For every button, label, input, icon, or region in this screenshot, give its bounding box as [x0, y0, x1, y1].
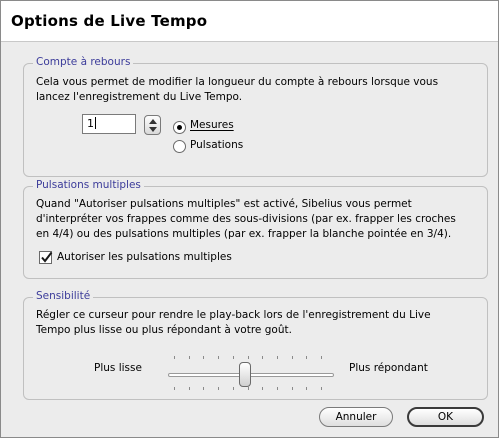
sensitivity-description-line: Tempo plus lisse ou plus répondant à vot… — [36, 324, 292, 336]
multiple-beats-legend: Pulsations multiples — [33, 179, 144, 191]
slider-tick — [233, 387, 234, 390]
slider-tick — [203, 387, 204, 390]
title-bar[interactable]: Options de Live Tempo — [1, 1, 498, 42]
slider-tick — [248, 387, 249, 390]
countdown-legend: Compte à rebours — [33, 56, 134, 68]
slider-tick — [203, 356, 204, 359]
slider-tick — [218, 356, 219, 359]
text-caret — [95, 117, 96, 129]
slider-tick — [321, 387, 322, 390]
slider-tick — [321, 356, 322, 359]
radio-mesures[interactable] — [173, 121, 186, 134]
slider-tick — [189, 356, 190, 359]
slider-tick — [174, 387, 175, 390]
slider-tick — [189, 387, 190, 390]
sensitivity-slider-track[interactable] — [168, 373, 334, 377]
countdown-description-line: lancez l'enregistrement du Live Tempo. — [36, 91, 243, 103]
cancel-button[interactable]: Annuler — [319, 407, 393, 427]
sensitivity-description: Régler ce curseur pour rendre le play-ba… — [36, 308, 476, 338]
slider-tick — [218, 387, 219, 390]
slider-tick — [248, 356, 249, 359]
dialog-title: Options de Live Tempo — [11, 12, 208, 30]
allow-multiple-beats-label[interactable]: Autoriser les pulsations multiples — [57, 251, 232, 263]
slider-right-label: Plus répondant — [349, 362, 428, 374]
slider-tick — [277, 356, 278, 359]
countdown-description: Cela vous permet de modifier la longueur… — [36, 75, 476, 105]
countdown-value: 1 — [87, 117, 94, 130]
multiple-beats-description-line: en 4/4) ou des pulsations multiples (par… — [36, 228, 452, 240]
slider-tick — [277, 387, 278, 390]
radio-pulsations[interactable] — [173, 140, 186, 153]
allow-multiple-beats-checkbox[interactable] — [39, 251, 53, 264]
slider-tick — [292, 387, 293, 390]
slider-tick — [262, 387, 263, 390]
countdown-description-line: Cela vous permet de modifier la longueur… — [36, 76, 439, 88]
slider-tick — [262, 356, 263, 359]
slider-tick — [306, 356, 307, 359]
countdown-value-input[interactable]: 1 — [82, 114, 136, 134]
checkmark-icon — [41, 251, 53, 263]
slider-left-label: Plus lisse — [94, 362, 142, 374]
countdown-stepper[interactable] — [144, 115, 161, 135]
radio-mesures-label[interactable]: Mesures — [190, 119, 234, 131]
radio-pulsations-label[interactable]: Pulsations — [190, 139, 243, 151]
multiple-beats-description-line: Quand "Autoriser pulsations multiples" e… — [36, 198, 412, 210]
multiple-beats-group: Pulsations multiples Quand "Autoriser pu… — [23, 179, 488, 279]
multiple-beats-description: Quand "Autoriser pulsations multiples" e… — [36, 197, 476, 242]
slider-tick — [292, 356, 293, 359]
live-tempo-options-dialog: Options de Live Tempo Compte à rebours C… — [0, 0, 499, 438]
stepper-up-icon[interactable] — [149, 119, 157, 124]
sensitivity-group: Sensibilité Régler ce curseur pour rendr… — [23, 290, 488, 400]
sensitivity-legend: Sensibilité — [33, 290, 94, 302]
stepper-down-icon[interactable] — [149, 127, 157, 132]
slider-tick — [306, 387, 307, 390]
sensitivity-slider-thumb[interactable] — [239, 362, 251, 387]
slider-tick — [174, 356, 175, 359]
slider-tick — [233, 356, 234, 359]
ok-button[interactable]: OK — [407, 407, 484, 427]
multiple-beats-description-line: d'interpréter vos frappes comme des sous… — [36, 213, 456, 225]
sensitivity-description-line: Régler ce curseur pour rendre le play-ba… — [36, 309, 431, 321]
